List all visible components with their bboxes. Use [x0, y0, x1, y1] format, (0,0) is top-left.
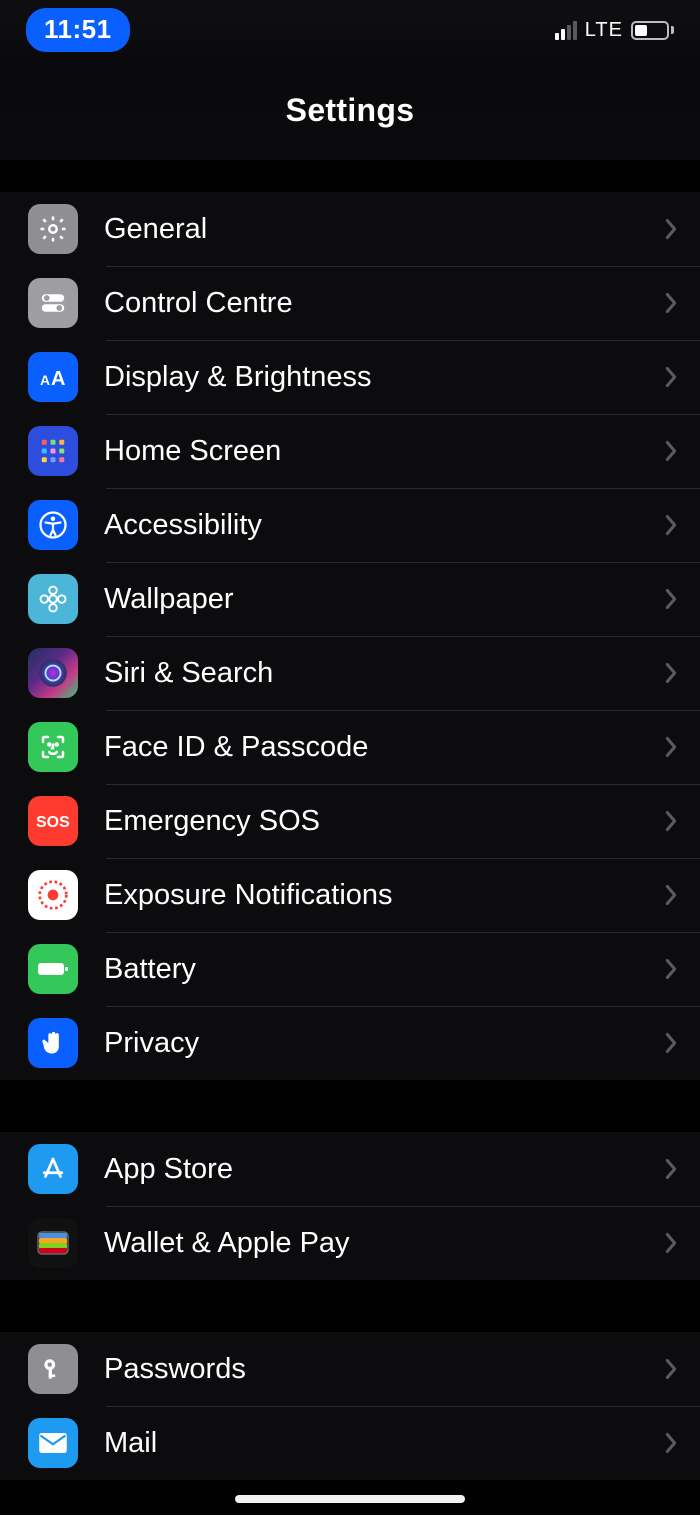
- settings-group: General Control Centre AA Display & Brightn…: [0, 192, 700, 1080]
- page-title: Settings: [286, 92, 415, 129]
- faceid-icon: [28, 722, 78, 772]
- chevron-right-icon: [664, 218, 678, 240]
- row-label: Mail: [104, 1427, 664, 1460]
- status-bar: 11:51 LTE: [0, 0, 700, 60]
- app-grid-icon: [28, 426, 78, 476]
- chevron-right-icon: [664, 588, 678, 610]
- settings-row-mail[interactable]: Mail: [0, 1406, 700, 1480]
- wallet-icon: [28, 1218, 78, 1268]
- appstore-icon: [28, 1144, 78, 1194]
- settings-group: Passwords Mail: [0, 1332, 700, 1480]
- group-separator: [0, 160, 700, 192]
- siri-icon: [28, 648, 78, 698]
- row-label: Siri & Search: [104, 657, 664, 690]
- battery-icon: [631, 21, 674, 40]
- status-right: LTE: [555, 19, 674, 42]
- settings-row-sos[interactable]: SOS Emergency SOS: [0, 784, 700, 858]
- chevron-right-icon: [664, 1232, 678, 1254]
- settings-group: App Store Wallet & Apple Pay: [0, 1132, 700, 1280]
- row-label: Passwords: [104, 1353, 664, 1386]
- chevron-right-icon: [664, 1158, 678, 1180]
- row-label: Face ID & Passcode: [104, 731, 664, 764]
- settings-row-exposure[interactable]: Exposure Notifications: [0, 858, 700, 932]
- chevron-right-icon: [664, 958, 678, 980]
- svg-text:SOS: SOS: [36, 814, 70, 831]
- cell-signal-icon: [555, 21, 577, 40]
- row-label: Battery: [104, 953, 664, 986]
- row-label: Display & Brightness: [104, 361, 664, 394]
- row-label: Exposure Notifications: [104, 879, 664, 912]
- home-indicator[interactable]: [235, 1495, 465, 1503]
- row-label: Accessibility: [104, 509, 664, 542]
- battery-icon: [28, 944, 78, 994]
- row-label: General: [104, 213, 664, 246]
- settings-row-accessibility[interactable]: Accessibility: [0, 488, 700, 562]
- settings-row-display-brightness[interactable]: AA Display & Brightness: [0, 340, 700, 414]
- chevron-right-icon: [664, 1432, 678, 1454]
- settings-row-control-centre[interactable]: Control Centre: [0, 266, 700, 340]
- row-label: Privacy: [104, 1027, 664, 1060]
- text-size-icon: AA: [28, 352, 78, 402]
- row-label: Emergency SOS: [104, 805, 664, 838]
- settings-row-faceid[interactable]: Face ID & Passcode: [0, 710, 700, 784]
- gear-icon: [28, 204, 78, 254]
- row-label: Home Screen: [104, 435, 664, 468]
- settings-row-passwords[interactable]: Passwords: [0, 1332, 700, 1406]
- hand-icon: [28, 1018, 78, 1068]
- accessibility-icon: [28, 500, 78, 550]
- chevron-right-icon: [664, 292, 678, 314]
- network-label: LTE: [585, 19, 623, 42]
- chevron-right-icon: [664, 810, 678, 832]
- exposure-icon: [28, 870, 78, 920]
- flower-icon: [28, 574, 78, 624]
- navbar: Settings: [0, 60, 700, 160]
- settings-row-app-store[interactable]: App Store: [0, 1132, 700, 1206]
- row-label: Wallet & Apple Pay: [104, 1227, 664, 1260]
- chevron-right-icon: [664, 884, 678, 906]
- row-label: App Store: [104, 1153, 664, 1186]
- settings-row-siri[interactable]: Siri & Search: [0, 636, 700, 710]
- chevron-right-icon: [664, 736, 678, 758]
- time-pill[interactable]: 11:51: [26, 8, 130, 52]
- row-label: Control Centre: [104, 287, 664, 320]
- chevron-right-icon: [664, 1358, 678, 1380]
- settings-row-home-screen[interactable]: Home Screen: [0, 414, 700, 488]
- row-label: Wallpaper: [104, 583, 664, 616]
- chevron-right-icon: [664, 1032, 678, 1054]
- settings-row-privacy[interactable]: Privacy: [0, 1006, 700, 1080]
- chevron-right-icon: [664, 514, 678, 536]
- key-icon: [28, 1344, 78, 1394]
- settings-row-battery[interactable]: Battery: [0, 932, 700, 1006]
- chevron-right-icon: [664, 440, 678, 462]
- group-separator: [0, 1280, 700, 1332]
- group-separator: [0, 1080, 700, 1132]
- mail-icon: [28, 1418, 78, 1468]
- chevron-right-icon: [664, 662, 678, 684]
- settings-row-general[interactable]: General: [0, 192, 700, 266]
- chevron-right-icon: [664, 366, 678, 388]
- settings-row-wallet[interactable]: Wallet & Apple Pay: [0, 1206, 700, 1280]
- svg-text:A: A: [51, 368, 65, 390]
- toggles-icon: [28, 278, 78, 328]
- settings-row-wallpaper[interactable]: Wallpaper: [0, 562, 700, 636]
- svg-text:A: A: [40, 372, 50, 388]
- sos-icon: SOS: [28, 796, 78, 846]
